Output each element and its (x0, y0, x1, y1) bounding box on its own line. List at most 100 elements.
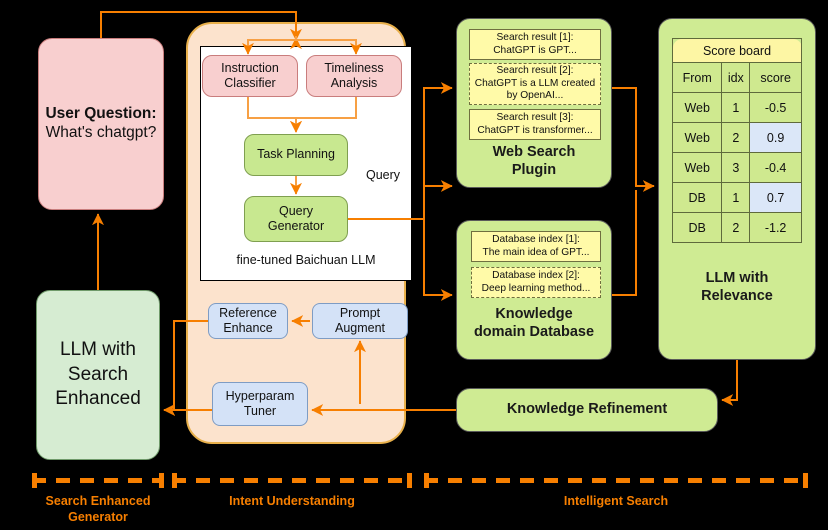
legend-segment-generator: Search Enhanced Generator (32, 473, 164, 524)
legend-segment-intent: Intent Understanding (172, 473, 412, 510)
search-result-body: ChatGPT is a LLM created by OpenAI... (474, 77, 596, 102)
database-index-card[interactable]: Database index [1]: The main idea of GPT… (471, 231, 601, 262)
cell-score: 0.9 (749, 122, 802, 153)
seg-label-3: Enhanced (55, 388, 141, 410)
legend-cap-left (32, 473, 37, 488)
hyperparam-tuner-label-1: Hyperparam (225, 388, 295, 403)
legend-label-line-1: Intelligent Search (563, 494, 669, 508)
search-result-card[interactable]: Search result [1]: ChatGPT is GPT... (469, 29, 601, 60)
seg-label-1: LLM with (59, 338, 136, 360)
instruction-classifier-label-2: Classifier (224, 76, 276, 90)
search-result-title: Search result [2]: (496, 64, 574, 76)
user-question-text: What's chatgpt? (45, 124, 157, 141)
prompt-augment-label-2: Augment (334, 321, 386, 335)
search-result-title: Search result [1]: (496, 31, 574, 43)
column-header-from: From (671, 62, 723, 93)
table-row: Web 3 -0.4 (671, 152, 802, 183)
search-result-card[interactable]: Search result [2]: ChatGPT is a LLM crea… (469, 63, 601, 105)
web-search-plugin-panel: Search result [1]: ChatGPT is GPT... Sea… (456, 18, 612, 188)
cell-from: Web (671, 92, 723, 123)
cell-idx: 2 (721, 212, 751, 243)
cell-from: Web (671, 152, 723, 183)
search-result-body: ChatGPT is GPT... (493, 44, 577, 56)
legend-label-search: Intelligent Search (424, 494, 808, 510)
database-index-title: Database index [1]: (492, 233, 580, 245)
relevance-caption-1: LLM with (705, 270, 769, 286)
user-question-box[interactable]: User Question: What's chatgpt? (38, 38, 164, 210)
legend-cap-right (407, 473, 412, 488)
cell-from: Web (671, 122, 723, 153)
kdb-caption-1: Knowledge (495, 306, 573, 322)
table-row: DB 2 -1.2 (671, 212, 802, 243)
web-search-caption-1: Web Search (492, 144, 576, 160)
timeliness-label-1: Timeliness (324, 60, 384, 75)
score-board-title-row: Score board (672, 38, 802, 63)
cell-score: 0.7 (749, 182, 802, 213)
cell-idx: 1 (721, 92, 751, 123)
search-result-body: ChatGPT is transformer... (477, 124, 593, 136)
table-row: DB 1 0.7 (671, 182, 802, 213)
cell-idx: 3 (721, 152, 751, 183)
diagram-canvas: User Question: What's chatgpt? Instructi… (0, 0, 828, 530)
query-generator-box[interactable]: Query Generator (244, 196, 348, 242)
instruction-classifier-box[interactable]: Instruction Classifier (202, 55, 298, 97)
reference-enhance-box[interactable]: Reference Enhance (208, 303, 288, 339)
column-header-score: score (749, 62, 802, 93)
table-row: Web 2 0.9 (671, 122, 802, 153)
cell-score: -0.4 (749, 152, 802, 183)
score-board-title: Score board (672, 38, 802, 63)
legend-label-line-1: Intent Understanding (229, 494, 355, 508)
hyperparam-tuner-label-2: Tuner (243, 404, 277, 418)
legend-label-generator: Search Enhanced Generator (32, 494, 164, 525)
prompt-augment-box[interactable]: Prompt Augment (312, 303, 408, 339)
fine-tuned-llm-label: fine-tuned Baichuan LLM (236, 253, 376, 267)
knowledge-database-panel: Database index [1]: The main idea of GPT… (456, 220, 612, 360)
legend-label-line-2: Generator (68, 509, 128, 524)
cell-idx: 2 (721, 122, 751, 153)
web-search-caption-2: Plugin (511, 162, 557, 179)
timeliness-analysis-box[interactable]: Timeliness Analysis (306, 55, 402, 97)
seg-label-2: Search (67, 363, 129, 385)
cell-score: -0.5 (749, 92, 802, 123)
cell-score: -1.2 (749, 212, 802, 243)
legend-dash-bar (172, 478, 412, 483)
legend-cap-left (424, 473, 429, 488)
timeliness-label-2: Analysis (330, 76, 378, 90)
search-enhanced-generator-box[interactable]: LLM with Search Enhanced (36, 290, 160, 460)
hyperparam-tuner-box[interactable]: Hyperparam Tuner (212, 382, 308, 426)
reference-enhance-label-2: Enhance (223, 321, 273, 335)
legend-label-intent: Intent Understanding (172, 494, 412, 510)
query-generator-label-1: Query (278, 203, 314, 218)
cell-from: DB (671, 182, 723, 213)
cell-idx: 1 (721, 182, 751, 213)
search-result-title: Search result [3]: (496, 111, 574, 123)
knowledge-refinement-label: Knowledge Refinement (506, 401, 668, 418)
legend-cap-right (159, 473, 164, 488)
task-planning-label: Task Planning (257, 147, 335, 162)
database-index-body: The main idea of GPT... (482, 246, 590, 258)
column-header-idx: idx (721, 62, 751, 93)
knowledge-refinement-box[interactable]: Knowledge Refinement (456, 388, 718, 432)
database-index-title: Database index [2]: (492, 269, 580, 281)
task-planning-box[interactable]: Task Planning (244, 134, 348, 176)
cell-from: DB (671, 212, 723, 243)
legend-dash-bar (424, 478, 808, 483)
kdb-caption-2: domain Database (473, 324, 595, 341)
legend-segment-search: Intelligent Search (424, 473, 808, 510)
query-edge-label: Query (366, 168, 401, 182)
user-question-label: User Question: (45, 105, 157, 123)
score-board-table: Score board From idx score Web 1 -0.5 We… (671, 38, 802, 243)
prompt-augment-label-1: Prompt (339, 305, 381, 320)
database-index-card[interactable]: Database index [2]: Deep learning method… (471, 267, 601, 298)
reference-enhance-label-1: Reference (219, 305, 277, 320)
database-index-body: Deep learning method... (481, 282, 591, 294)
legend-cap-right (803, 473, 808, 488)
search-result-card[interactable]: Search result [3]: ChatGPT is transforme… (469, 109, 601, 140)
llm-relevance-caption: LLM with Relevance (659, 269, 815, 305)
instruction-classifier-label-1: Instruction (221, 60, 279, 75)
legend-cap-left (172, 473, 177, 488)
knowledge-database-caption: Knowledge domain Database (457, 305, 611, 341)
table-row: Web 1 -0.5 (671, 92, 802, 123)
legend-label-line-1: Search Enhanced (45, 494, 151, 508)
web-search-plugin-caption: Web Search Plugin (457, 143, 611, 179)
